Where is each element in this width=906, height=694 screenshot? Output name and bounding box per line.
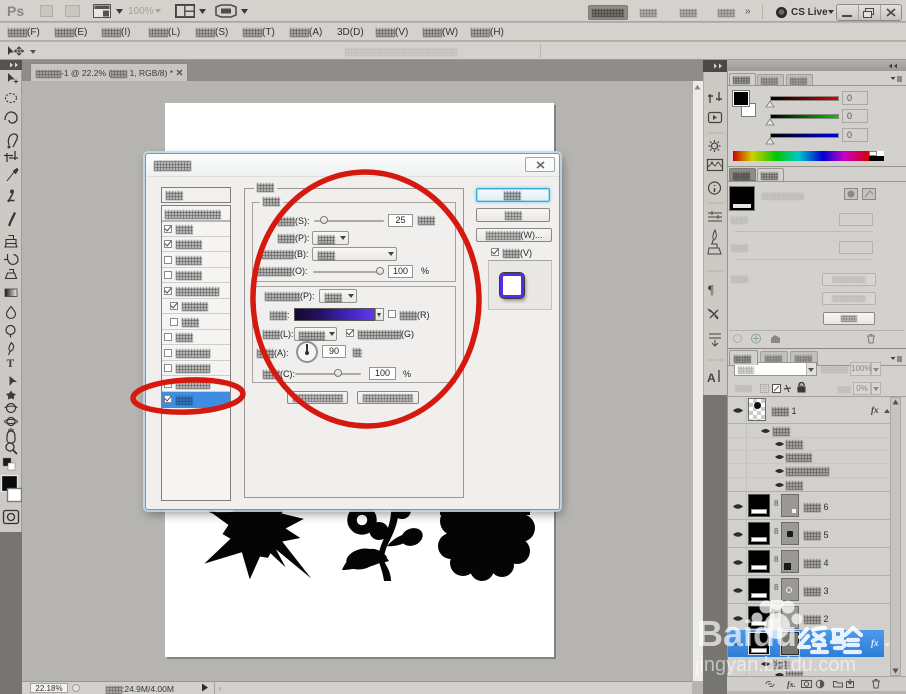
svg-text:¶: ¶	[708, 282, 714, 297]
svg-text:fx.: fx.	[787, 680, 796, 689]
svg-text:T: T	[7, 358, 15, 370]
svg-text:A: A	[707, 371, 716, 385]
